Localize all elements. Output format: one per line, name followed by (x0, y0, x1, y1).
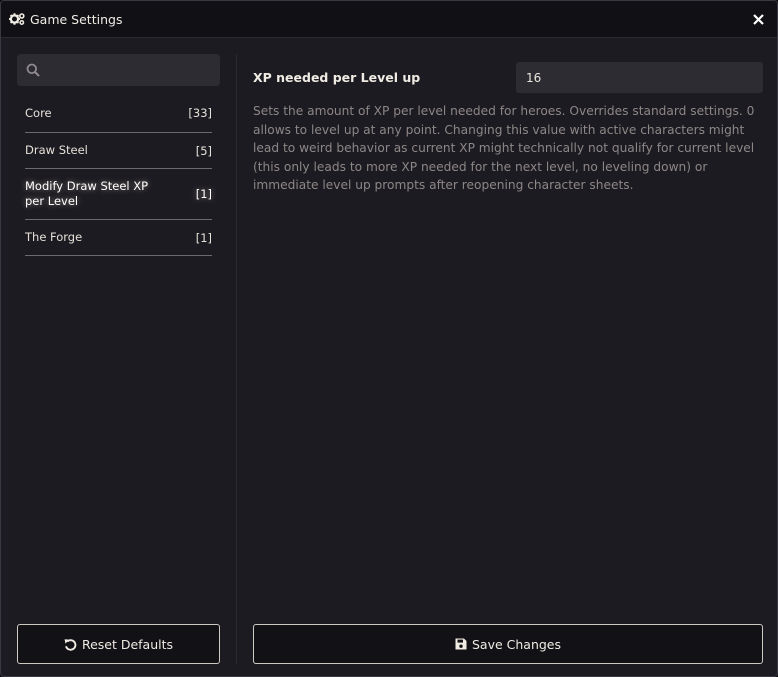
panel-divider (236, 54, 237, 664)
search-input[interactable] (40, 54, 220, 86)
window-title: Game Settings (30, 11, 123, 27)
category-label: Core (25, 105, 52, 120)
category-count: [1] (195, 230, 212, 245)
reset-defaults-button[interactable]: Reset Defaults (17, 624, 220, 664)
undo-icon (64, 638, 77, 651)
search-box[interactable] (17, 54, 220, 86)
search-icon (26, 63, 40, 77)
category-count: [1] (195, 187, 212, 201)
save-changes-label: Save Changes (471, 636, 562, 652)
category-item-draw-steel[interactable]: Draw Steel [5] (25, 133, 212, 169)
category-label: Modify Draw Steel XP per Level (25, 179, 149, 208)
reset-defaults-label: Reset Defaults (81, 636, 174, 652)
category-label: The Forge (25, 230, 83, 244)
category-count: [33] (188, 106, 212, 120)
close-icon[interactable] (751, 11, 765, 27)
category-item-core[interactable]: Core [33] (25, 94, 212, 133)
xp-per-level-input[interactable] (516, 62, 763, 93)
settings-window: Game Settings Core [33] Draw Steel [5] M… (0, 0, 778, 677)
category-label: Draw Steel (25, 143, 88, 157)
setting-hint: Sets the amount of XP per level needed f… (253, 104, 755, 192)
cogs-icon (9, 11, 25, 27)
category-item-modify-draw-steel-xp[interactable]: Modify Draw Steel XP per Level [1] (25, 169, 212, 220)
category-item-the-forge[interactable]: The Forge [1] (25, 220, 212, 256)
settings-main: XP needed per Level up Sets the amount o… (253, 62, 763, 195)
setting-row: XP needed per Level up (253, 62, 763, 93)
category-list: Core [33] Draw Steel [5] Modify Draw Ste… (25, 94, 212, 256)
window-titlebar[interactable]: Game Settings (1, 1, 777, 38)
save-icon (455, 638, 467, 650)
settings-sidebar: Core [33] Draw Steel [5] Modify Draw Ste… (17, 54, 220, 256)
category-count: [5] (195, 143, 212, 158)
save-changes-button[interactable]: Save Changes (253, 624, 763, 664)
setting-label: XP needed per Level up (253, 70, 421, 85)
